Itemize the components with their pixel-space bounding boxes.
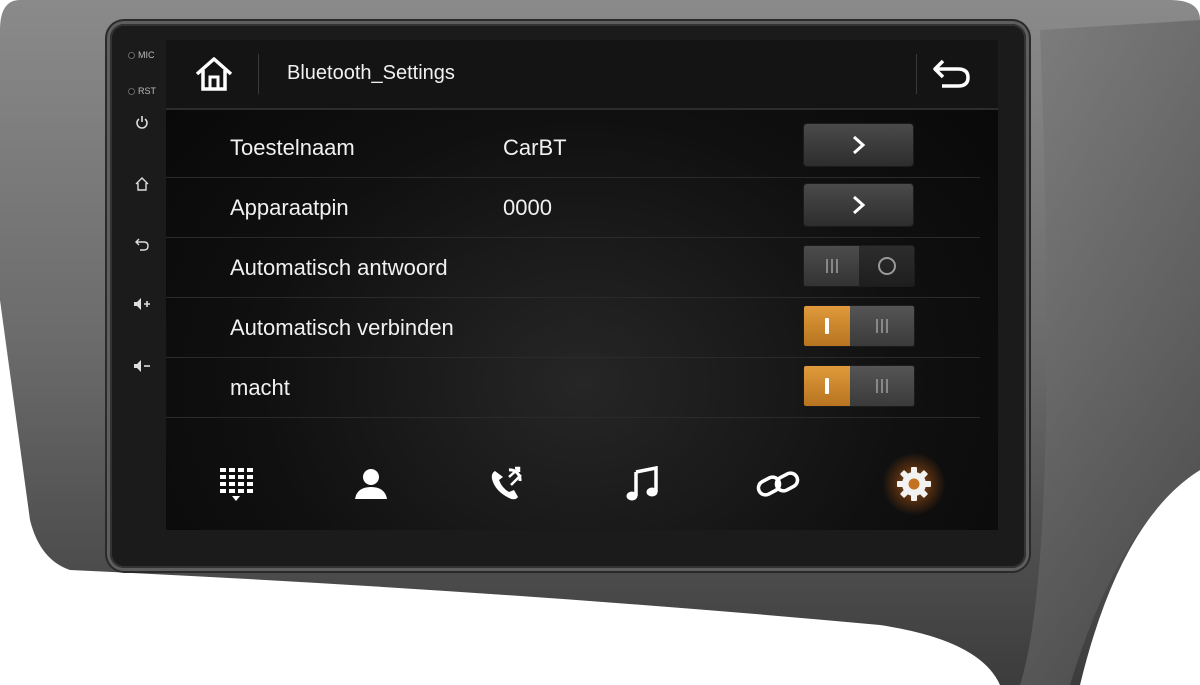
bottom-nav: [166, 440, 998, 530]
chevron-right-icon: [852, 135, 865, 155]
toggle-left-half: [804, 246, 859, 286]
setting-row-device-pin: Apparaatpin 0000: [166, 177, 980, 238]
nav-contacts[interactable]: [343, 460, 399, 508]
volume-down-icon[interactable]: [132, 356, 152, 376]
toggle-right-half: [850, 306, 914, 346]
device-name-edit-button[interactable]: [803, 123, 914, 167]
nav-music[interactable]: [615, 460, 671, 508]
toggle-left-half: [804, 306, 850, 346]
device-pin-edit-button[interactable]: [803, 183, 914, 227]
toggle-right-half: [850, 366, 914, 406]
nav-call-log[interactable]: [479, 460, 535, 508]
settings-gear-icon: [897, 467, 931, 501]
call-log-icon: [491, 466, 522, 500]
bluetooth-settings-screen: Bluetooth_Settings Toestelnaam CarBT App…: [166, 40, 998, 530]
volume-up-icon[interactable]: [132, 294, 152, 314]
setting-row-auto-answer: Automatisch antwoord: [166, 237, 980, 298]
off-ring-icon: [877, 257, 896, 275]
header-divider-right: [916, 54, 917, 94]
setting-label: Automatisch verbinden: [230, 315, 454, 340]
setting-label: Automatisch antwoord: [230, 255, 448, 280]
setting-label: Apparaatpin: [230, 195, 349, 220]
page-title: Bluetooth_Settings: [287, 62, 455, 84]
setting-row-power: macht: [166, 357, 980, 418]
link-icon: [756, 471, 800, 497]
grip-icon: [876, 319, 888, 333]
side-home-icon[interactable]: [132, 174, 152, 194]
nav-link[interactable]: [750, 460, 806, 508]
top-bar: Bluetooth_Settings: [166, 40, 998, 110]
dialpad-icon: [220, 468, 253, 501]
home-icon: [195, 57, 233, 91]
setting-label: macht: [230, 375, 290, 400]
nav-settings[interactable]: [882, 452, 946, 516]
home-button[interactable]: [192, 54, 236, 94]
setting-label: Toestelnaam: [230, 135, 355, 160]
setting-value: CarBT: [503, 135, 567, 160]
side-panel: MIC RST: [118, 40, 166, 440]
mic-dot: [128, 51, 135, 59]
nav-dialpad[interactable]: [208, 460, 264, 508]
mic-hole: MIC: [128, 50, 155, 60]
reset-button[interactable]: RST: [128, 86, 156, 96]
power-icon[interactable]: [132, 112, 152, 132]
power-toggle[interactable]: [803, 365, 915, 407]
auto-answer-toggle[interactable]: [803, 245, 915, 287]
contacts-icon: [355, 469, 387, 499]
back-arrow-icon: [933, 59, 970, 88]
setting-row-device-name: Toestelnaam CarBT: [166, 117, 980, 178]
on-bar-icon: [825, 378, 829, 394]
mic-label: MIC: [138, 50, 155, 60]
setting-row-auto-connect: Automatisch verbinden: [166, 297, 980, 358]
setting-value: 0000: [503, 195, 552, 220]
side-back-icon[interactable]: [132, 234, 152, 254]
music-icon: [626, 466, 658, 501]
auto-connect-toggle[interactable]: [803, 305, 915, 347]
toggle-left-half: [804, 366, 850, 406]
back-button[interactable]: [930, 56, 974, 92]
rst-label: RST: [138, 86, 156, 96]
reset-dot: [128, 87, 135, 95]
chevron-right-icon: [852, 195, 865, 215]
on-bar-icon: [825, 318, 829, 334]
toggle-right-half: [859, 246, 914, 286]
grip-icon: [825, 259, 838, 273]
header-divider-left: [258, 54, 259, 94]
grip-icon: [876, 379, 888, 393]
